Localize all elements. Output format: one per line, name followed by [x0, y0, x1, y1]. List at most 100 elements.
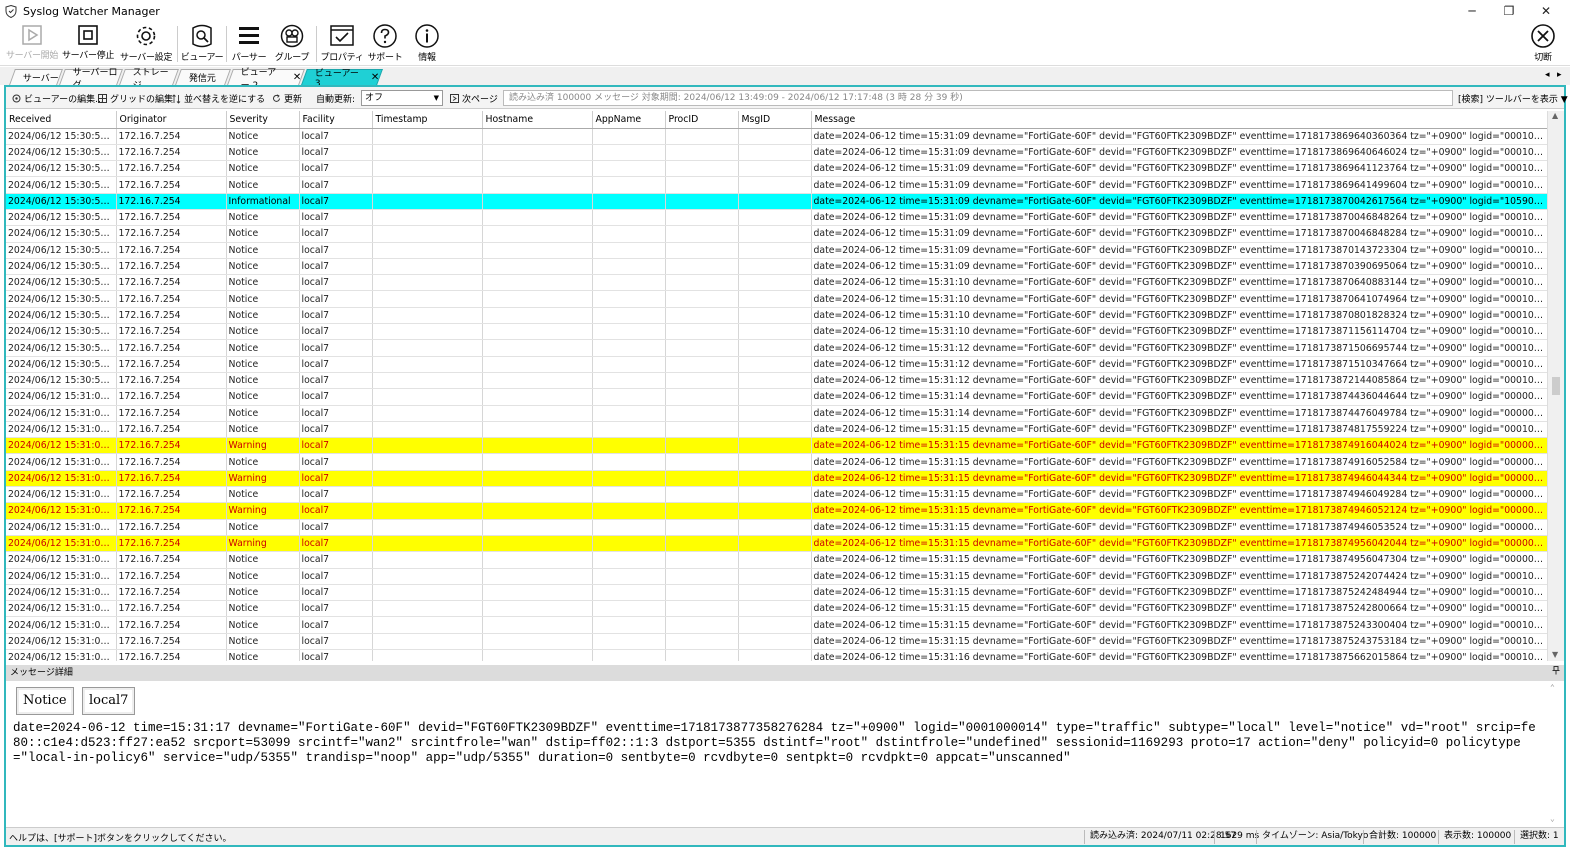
table-row[interactable]: 2024/06/12 15:31:02.457 172.16.7.254 Notic… — [6, 551, 1548, 569]
column-header-received[interactable]: Received — [6, 111, 117, 129]
cell-timestamp — [372, 453, 483, 471]
disconnect-button[interactable]: 切断 — [1524, 23, 1562, 65]
table-row[interactable]: 2024/06/12 15:31:02.457 172.16.7.254 Warni… — [6, 470, 1548, 488]
tab-originator[interactable]: 発信元 — [175, 69, 231, 85]
properties-button[interactable]: プロパティ — [320, 23, 364, 65]
column-header-appname[interactable]: AppName — [592, 111, 666, 129]
restore-button[interactable]: ❐ — [1491, 0, 1527, 22]
group-button[interactable]: グループ — [272, 23, 312, 65]
table-row[interactable]: 2024/06/12 15:31:01.427 172.16.7.254 Notic… — [6, 405, 1548, 422]
close-tab-icon[interactable]: ✕ — [370, 72, 378, 83]
cell-facility: local7 — [299, 453, 373, 471]
table-row[interactable]: 2024/06/12 15:30:57.347 172.16.7.254 Notic… — [6, 176, 1548, 194]
cell-hostname — [482, 388, 593, 406]
column-header-severity[interactable]: Severity — [226, 111, 300, 129]
table-row[interactable]: 2024/06/12 15:30:58.367 172.16.7.254 Notic… — [6, 307, 1548, 325]
table-row[interactable]: 2024/06/12 15:30:57.348 172.16.7.254 Notic… — [6, 242, 1548, 259]
cell-procid — [665, 421, 739, 439]
table-row[interactable]: 2024/06/12 15:30:57.347 172.16.7.254 Notic… — [6, 144, 1548, 162]
show-search-toolbar-button[interactable]: [検索] ツールバーを表示 ▼ — [1458, 92, 1568, 105]
column-header-originator[interactable]: Originator — [116, 111, 227, 129]
tab-scroll-right-icon[interactable]: ▸ — [1557, 70, 1562, 80]
tab-scroll-left-icon[interactable]: ◂ — [1545, 70, 1550, 80]
tab-storage[interactable]: ストレージ — [119, 68, 179, 91]
info-button[interactable]: 情報 — [408, 23, 446, 65]
group-label: グループ — [274, 53, 310, 63]
cell-appname — [592, 437, 666, 455]
table-row[interactable]: 2024/06/12 15:31:02.457 172.16.7.254 Warni… — [6, 535, 1548, 553]
cell-facility: local7 — [299, 274, 373, 292]
cell-severity: Notice — [226, 551, 300, 569]
viewer-button[interactable]: ビューアー — [181, 23, 224, 65]
minimize-button[interactable]: ─ — [1454, 0, 1490, 22]
column-header-msgid[interactable]: MsgID — [738, 111, 812, 129]
cell-procid — [665, 453, 739, 471]
cell-message: date=2024-06-12 time=15:31:15 devname="F… — [811, 600, 1548, 618]
detail-scrollbar[interactable]: ⌃ ⌄ — [1550, 683, 1562, 823]
pin-icon[interactable] — [1552, 665, 1560, 681]
table-row[interactable]: 2024/06/12 15:30:57.347 172.16.7.254 Notic… — [6, 160, 1548, 178]
table-row[interactable]: 2024/06/12 15:30:59.397 172.16.7.254 Notic… — [6, 356, 1548, 373]
refresh-button[interactable]: 更新 — [272, 92, 302, 105]
table-row[interactable]: 2024/06/12 15:30:59.397 172.16.7.254 Notic… — [6, 372, 1548, 390]
cell-hostname — [482, 502, 593, 520]
table-row[interactable]: 2024/06/12 15:31:02.457 172.16.7.254 Notic… — [6, 421, 1548, 439]
table-row[interactable]: 2024/06/12 15:30:57.347 172.16.7.254 Notic… — [6, 209, 1548, 227]
table-row[interactable]: 2024/06/12 15:31:01.427 172.16.7.254 Notic… — [6, 388, 1548, 406]
table-row[interactable]: 2024/06/12 15:30:57.347 172.16.7.254 Notic… — [6, 225, 1548, 243]
server-start-button[interactable]: サーバー開始 — [6, 23, 58, 65]
server-settings-button[interactable]: サーバー設定 — [119, 23, 173, 65]
support-button[interactable]: サポート — [366, 23, 404, 65]
scroll-up-icon[interactable]: ▲ — [1552, 111, 1558, 120]
table-row[interactable]: 2024/06/12 15:31:02.457 172.16.7.254 Warni… — [6, 437, 1548, 455]
cell-originator: 172.16.7.254 — [116, 144, 227, 162]
cell-message: date=2024-06-12 time=15:31:09 devname="F… — [811, 242, 1548, 259]
table-row[interactable]: 2024/06/12 15:31:02.457 172.16.7.254 Notic… — [6, 453, 1548, 471]
table-row[interactable]: 2024/06/12 15:30:59.397 172.16.7.254 Notic… — [6, 339, 1548, 357]
column-header-message[interactable]: Message — [811, 111, 1548, 129]
cell-procid — [665, 339, 739, 357]
edit-grid-button[interactable]: グリッドの編集 — [98, 92, 173, 105]
scrollbar-thumb[interactable] — [1552, 377, 1560, 395]
cell-severity: Notice — [226, 519, 300, 536]
scroll-down-icon[interactable]: ▼ — [1552, 650, 1558, 659]
table-row[interactable]: 2024/06/12 15:31:02.458 172.16.7.254 Notic… — [6, 584, 1548, 602]
tab-viewer-3[interactable]: ビューアー 3 ✕ — [301, 69, 383, 89]
table-row[interactable]: 2024/06/12 15:31:02.457 172.16.7.254 Notic… — [6, 486, 1548, 504]
tab-server-log[interactable]: サーバーログ — [59, 68, 123, 91]
table-row[interactable]: 2024/06/12 15:30:58.367 172.16.7.254 Notic… — [6, 290, 1548, 308]
table-row[interactable]: 2024/06/12 15:30:57.348 172.16.7.254 Notic… — [6, 258, 1548, 276]
table-row[interactable]: 2024/06/12 15:31:02.458 172.16.7.254 Notic… — [6, 600, 1548, 618]
table-row[interactable]: 2024/06/12 15:31:02.458 172.16.7.254 Notic… — [6, 633, 1548, 651]
tab-viewer-2[interactable]: ビューアー 2✕ — [227, 68, 305, 91]
table-row[interactable]: 2024/06/12 15:31:02.457 172.16.7.254 Notic… — [6, 519, 1548, 536]
close-window-button[interactable]: ✕ — [1528, 0, 1564, 22]
table-row[interactable]: 2024/06/12 15:30:58.367 172.16.7.254 Notic… — [6, 323, 1548, 341]
scroll-down-icon[interactable]: ⌄ — [1550, 814, 1555, 823]
column-header-facility[interactable]: Facility — [299, 111, 373, 129]
table-row[interactable]: 2024/06/12 15:31:02.457 172.16.7.254 Warni… — [6, 502, 1548, 520]
column-header-procid[interactable]: ProcID — [665, 111, 739, 129]
next-page-button[interactable]: 次ページ — [450, 92, 498, 105]
table-row[interactable]: 2024/06/12 15:31:03.467 172.16.7.254 Notic… — [6, 649, 1548, 661]
cell-originator: 172.16.7.254 — [116, 584, 227, 602]
auto-refresh-select[interactable]: オフ ▼ — [361, 90, 443, 106]
cell-originator: 172.16.7.254 — [116, 290, 227, 308]
edit-viewer-button[interactable]: ビューアーの編集... — [12, 92, 104, 105]
grid-vertical-scrollbar[interactable]: ▲ ▼ — [1547, 111, 1564, 661]
reverse-sort-button[interactable]: 並べ替えを逆にする — [172, 92, 265, 105]
table-row[interactable]: 2024/06/12 15:30:58.367 172.16.7.254 Notic… — [6, 274, 1548, 292]
table-row[interactable]: 2024/06/12 15:31:02.457 172.16.7.254 Notic… — [6, 568, 1548, 585]
tab-server[interactable]: サーバー — [9, 69, 63, 85]
column-header-hostname[interactable]: Hostname — [482, 111, 593, 129]
table-row[interactable]: 2024/06/12 15:30:57.347 172.16.7.254 Notic… — [6, 128, 1548, 145]
table-row[interactable]: 2024/06/12 15:30:57.347 172.16.7.254 Infor… — [6, 193, 1548, 210]
scroll-up-icon[interactable]: ⌃ — [1550, 683, 1555, 692]
column-header-timestamp[interactable]: Timestamp — [372, 111, 483, 129]
parser-button[interactable]: パーサー — [230, 23, 268, 65]
close-tab-icon[interactable]: ✕ — [292, 72, 300, 83]
cell-msgid — [738, 470, 812, 488]
table-row[interactable]: 2024/06/12 15:31:02.458 172.16.7.254 Notic… — [6, 616, 1548, 634]
server-stop-button[interactable]: サーバー停止 — [62, 23, 114, 65]
cell-timestamp — [372, 470, 483, 488]
